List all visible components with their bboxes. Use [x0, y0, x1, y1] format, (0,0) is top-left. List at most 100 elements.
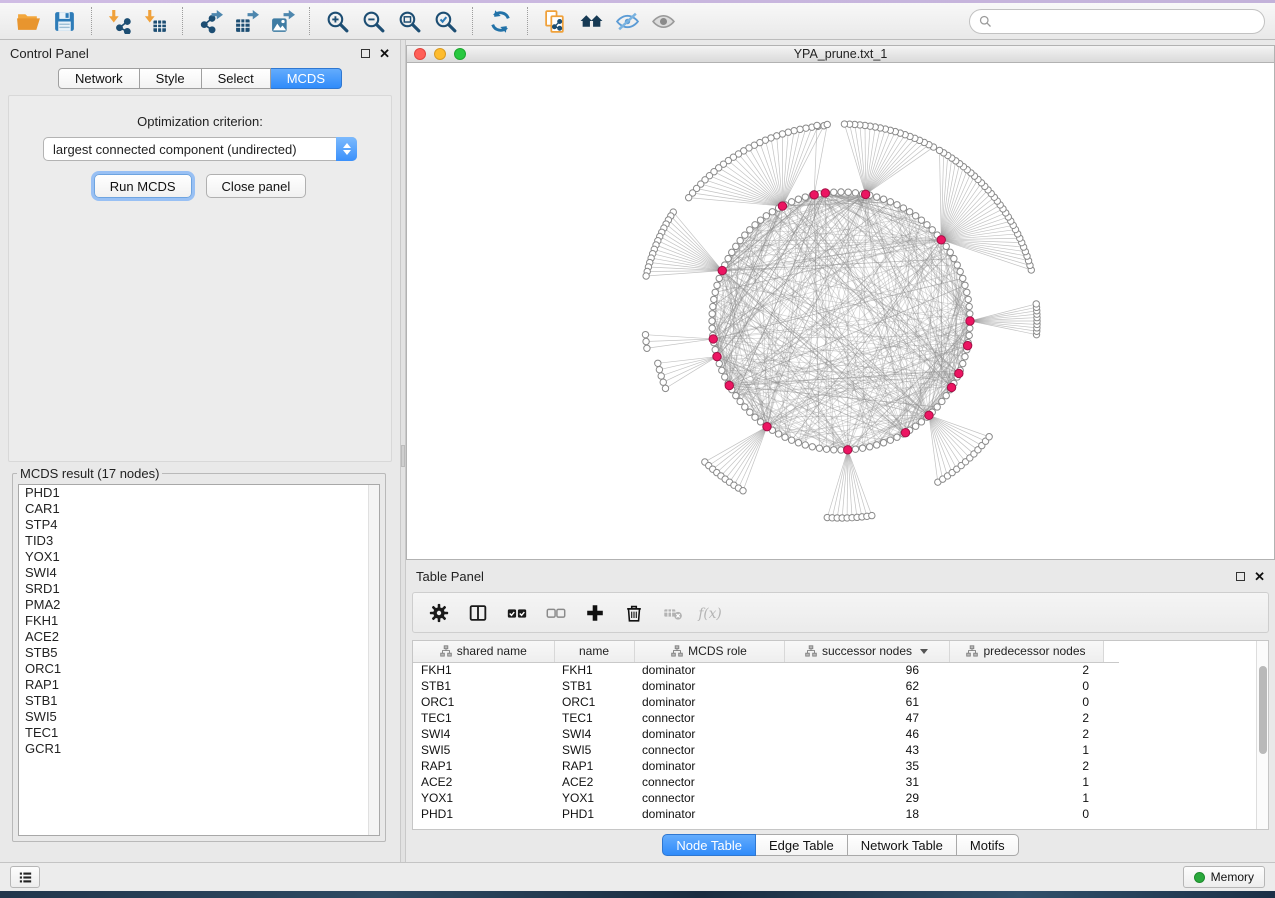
result-list-scrollbar[interactable] [368, 485, 379, 835]
hide-selected-button[interactable] [609, 6, 645, 36]
network-node[interactable] [644, 345, 650, 351]
network-node[interactable] [918, 217, 924, 223]
network-node[interactable] [656, 366, 662, 372]
network-node[interactable] [947, 249, 953, 255]
network-node[interactable] [737, 237, 743, 243]
network-hub-node[interactable] [963, 341, 971, 349]
network-node[interactable] [986, 434, 992, 440]
table-cell[interactable]: TEC1 [554, 710, 634, 726]
network-node[interactable] [710, 303, 716, 309]
table-cell[interactable]: 96 [784, 662, 949, 678]
network-node[interactable] [838, 189, 844, 195]
column-header-MCDS-role[interactable]: MCDS role [634, 641, 784, 662]
network-node[interactable] [954, 262, 960, 268]
network-node[interactable] [658, 373, 664, 379]
network-node[interactable] [733, 243, 739, 249]
mcds-result-node[interactable]: STB1 [19, 693, 379, 709]
table-cell[interactable]: 46 [784, 726, 949, 742]
network-node[interactable] [845, 189, 851, 195]
mcds-result-node[interactable]: RAP1 [19, 677, 379, 693]
network-hub-node[interactable] [713, 352, 721, 360]
table-cell[interactable]: 62 [784, 678, 949, 694]
network-node[interactable] [874, 194, 880, 200]
table-cell[interactable]: dominator [634, 678, 784, 694]
network-search-box[interactable] [969, 9, 1265, 34]
mcds-result-node[interactable]: STP4 [19, 517, 379, 533]
add-row-button[interactable] [579, 597, 611, 629]
network-node[interactable] [782, 434, 788, 440]
network-node[interactable] [964, 289, 970, 295]
table-row[interactable]: YOX1YOX1connector291 [413, 790, 1119, 806]
network-node[interactable] [797, 126, 803, 132]
network-node[interactable] [924, 222, 930, 228]
network-node[interactable] [711, 296, 717, 302]
network-node[interactable] [747, 409, 753, 415]
network-hub-node[interactable] [861, 190, 869, 198]
table-cell[interactable]: connector [634, 710, 784, 726]
network-node[interactable] [887, 437, 893, 443]
table-cell[interactable]: STB1 [413, 678, 554, 694]
network-node[interactable] [742, 404, 748, 410]
network-node[interactable] [725, 255, 731, 261]
network-node[interactable] [939, 398, 945, 404]
zoom-fit-button[interactable] [391, 6, 427, 36]
maximize-window-icon[interactable] [454, 48, 466, 60]
run-mcds-button[interactable]: Run MCDS [94, 174, 192, 198]
table-cell[interactable]: 43 [784, 742, 949, 758]
table-cell[interactable]: 0 [949, 694, 1103, 710]
mcds-result-node[interactable]: SRD1 [19, 581, 379, 597]
mcds-result-node[interactable]: YOX1 [19, 549, 379, 565]
network-node[interactable] [869, 512, 875, 518]
table-cell[interactable]: 1 [949, 742, 1103, 758]
table-scrollbar-thumb[interactable] [1259, 666, 1267, 754]
network-node[interactable] [642, 331, 648, 337]
table-cell[interactable]: 0 [949, 678, 1103, 694]
tab-mcds[interactable]: MCDS [271, 68, 342, 89]
network-hub-node[interactable] [844, 446, 852, 454]
table-cell[interactable]: 0 [949, 806, 1103, 822]
network-node[interactable] [831, 189, 837, 195]
network-node[interactable] [906, 209, 912, 215]
mcds-result-node[interactable]: FKH1 [19, 613, 379, 629]
splitter-handle[interactable] [401, 445, 405, 467]
tab-network[interactable]: Network [58, 68, 140, 89]
table-cell[interactable]: STB1 [554, 678, 634, 694]
network-node[interactable] [714, 282, 720, 288]
show-all-button[interactable] [645, 6, 681, 36]
tab-node-table[interactable]: Node Table [662, 834, 756, 856]
network-node[interactable] [802, 194, 808, 200]
network-node[interactable] [709, 318, 715, 324]
table-cell[interactable]: ACE2 [554, 774, 634, 790]
column-header-successor-nodes[interactable]: successor nodes [784, 641, 949, 662]
network-node[interactable] [957, 268, 963, 274]
table-row[interactable]: ACE2ACE2connector311 [413, 774, 1119, 790]
export-network-button[interactable] [192, 6, 228, 36]
network-hub-node[interactable] [709, 335, 717, 343]
table-cell[interactable]: ORC1 [554, 694, 634, 710]
deselect-all-button[interactable] [540, 597, 572, 629]
table-row[interactable]: SWI4SWI4dominator462 [413, 726, 1119, 742]
save-button[interactable] [46, 6, 82, 36]
float-panel-icon[interactable] [361, 49, 370, 58]
zoom-in-button[interactable] [319, 6, 355, 36]
network-node[interactable] [966, 332, 972, 338]
network-hub-node[interactable] [763, 422, 771, 430]
column-header-predecessor-nodes[interactable]: predecessor nodes [949, 641, 1103, 662]
table-scrollbar[interactable] [1256, 641, 1268, 829]
network-node[interactable] [742, 232, 748, 238]
table-cell[interactable]: 2 [949, 758, 1103, 774]
network-node[interactable] [859, 445, 865, 451]
network-node[interactable] [795, 440, 801, 446]
table-cell[interactable]: SWI4 [554, 726, 634, 742]
network-node[interactable] [831, 447, 837, 453]
network-hub-node[interactable] [901, 429, 909, 437]
network-node[interactable] [757, 419, 763, 425]
table-cell[interactable]: YOX1 [413, 790, 554, 806]
network-node[interactable] [874, 442, 880, 448]
network-node[interactable] [740, 488, 746, 494]
task-history-button[interactable] [10, 866, 40, 888]
table-cell[interactable]: dominator [634, 806, 784, 822]
network-node[interactable] [966, 303, 972, 309]
network-node[interactable] [852, 190, 858, 196]
network-node[interactable] [967, 311, 973, 317]
